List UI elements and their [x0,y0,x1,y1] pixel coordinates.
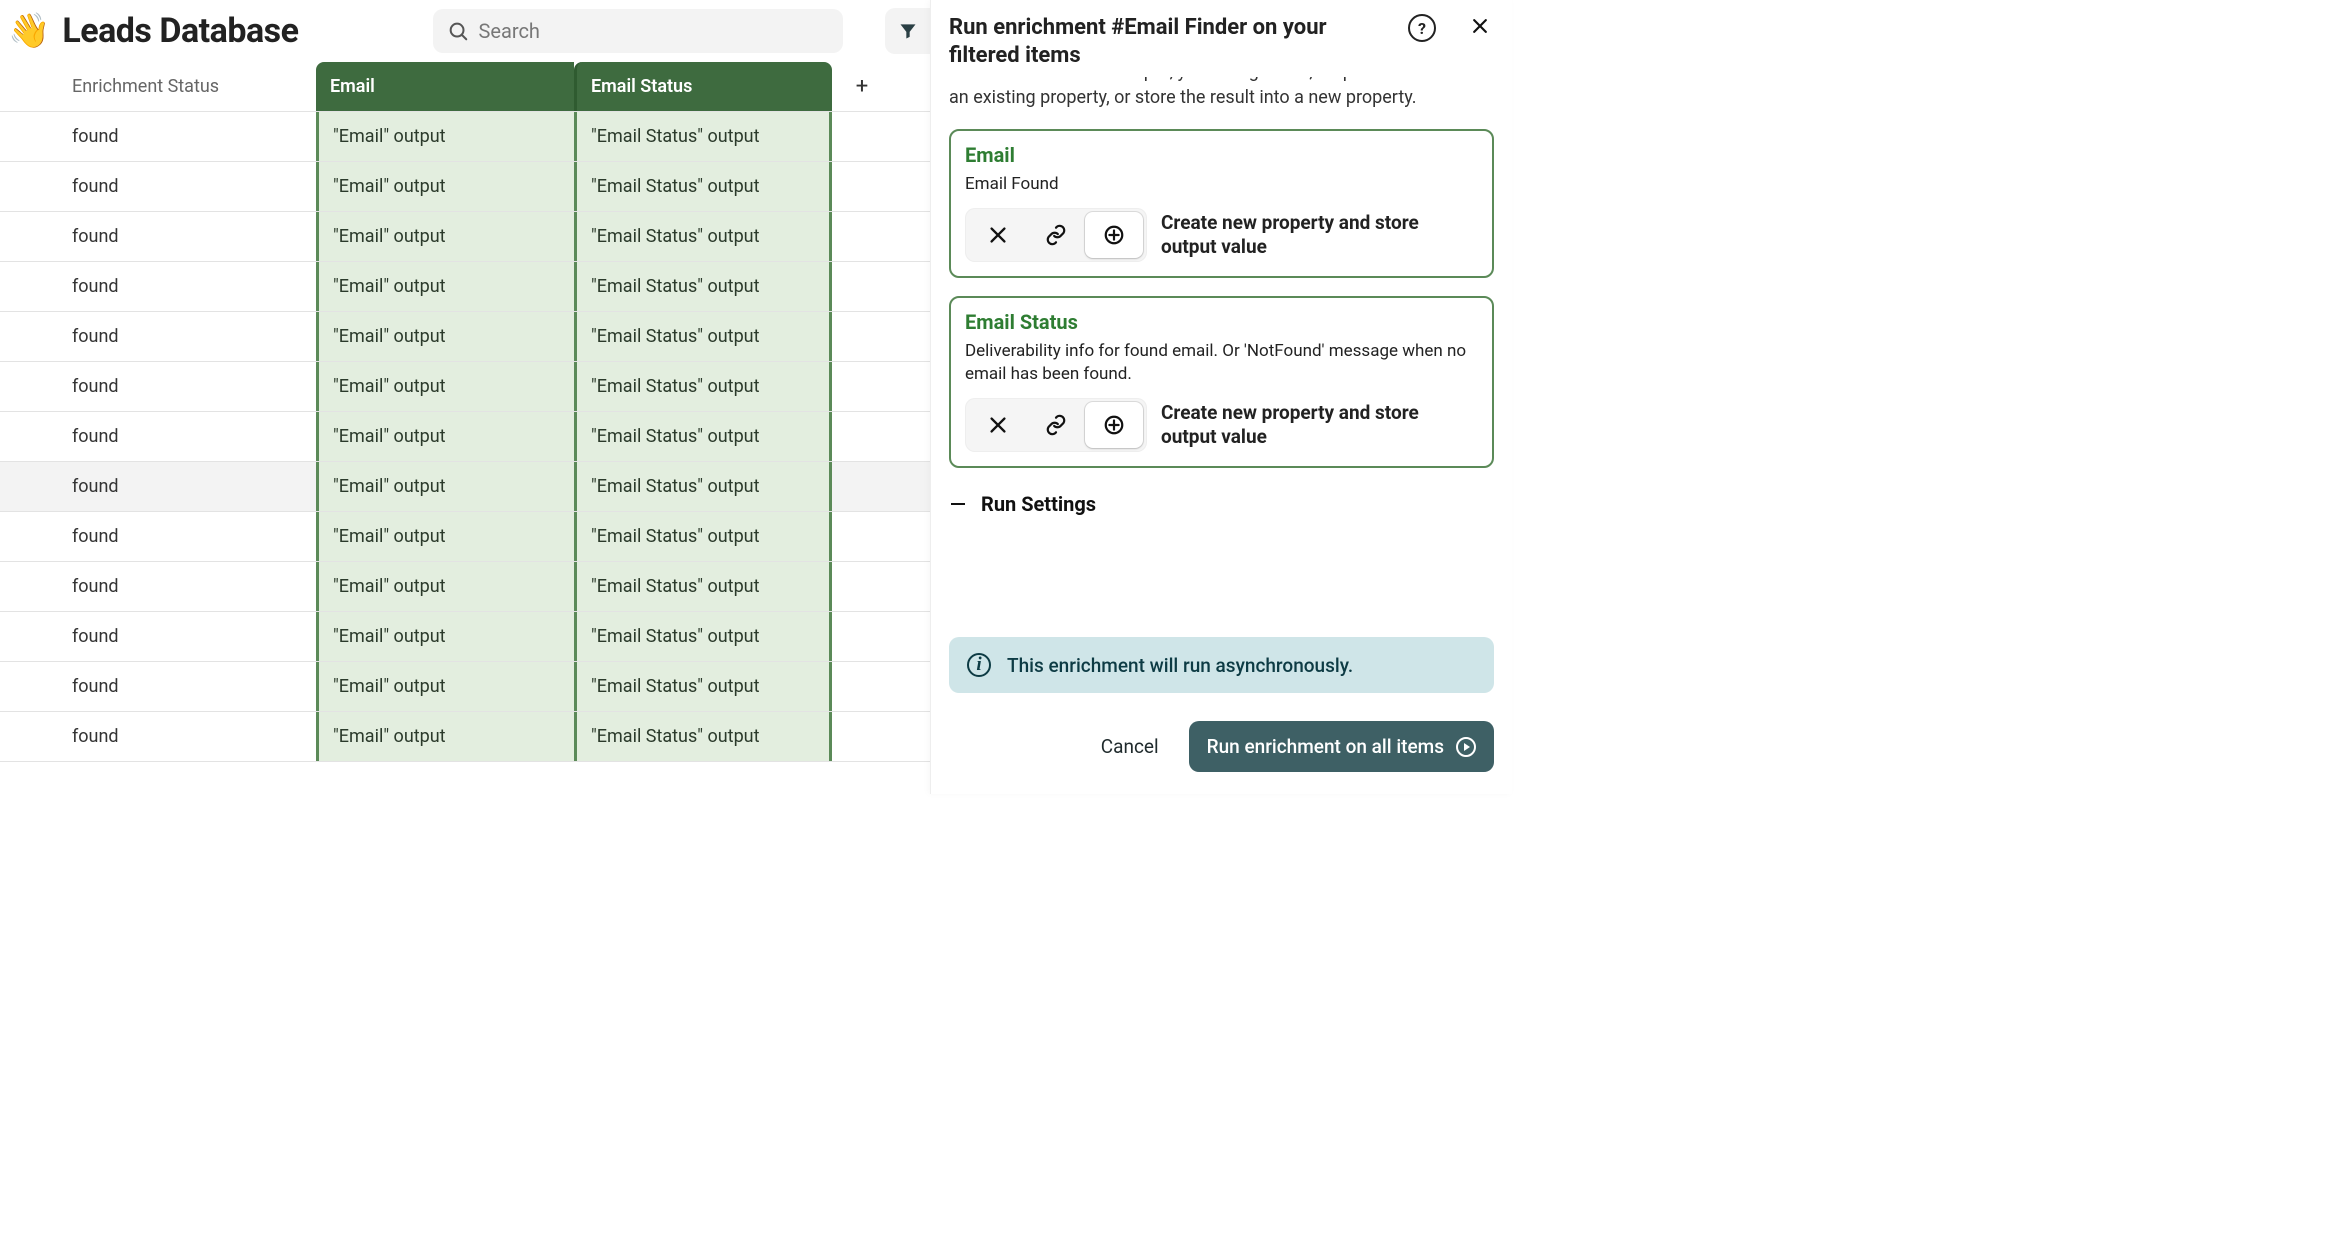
cell-enrichment-status: found [0,712,316,761]
plus-icon: + [856,74,868,99]
panel-header: Run enrichment #Email Finder on your fil… [931,0,1512,77]
cell-email-status: "Email Status" output [574,262,832,311]
cell-email: "Email" output [316,712,574,761]
add-column-button[interactable]: + [832,62,892,111]
cell-enrichment-status: found [0,112,316,161]
cell-email: "Email" output [316,412,574,461]
run-enrichment-button[interactable]: Run enrichment on all items [1189,721,1494,772]
cell-enrichment-status: found [0,662,316,711]
link-icon [1045,414,1067,436]
output-card: Email Status Deliverability info for foun… [949,296,1494,468]
enrichment-panel: Run enrichment #Email Finder on your fil… [930,0,1512,794]
cell-enrichment-status: found [0,162,316,211]
async-info-text: This enrichment will run asynchronously. [1007,654,1353,677]
cell-email: "Email" output [316,562,574,611]
panel-footer: i This enrichment will run asynchronousl… [931,619,1512,794]
cell-email-status: "Email Status" output [574,612,832,661]
search-input[interactable]: Search [433,9,843,53]
funnel-icon [898,21,918,41]
wave-emoji: 👋 [8,14,50,48]
cell-email: "Email" output [316,462,574,511]
cell-email: "Email" output [316,212,574,261]
cell-email-status: "Email Status" output [574,462,832,511]
cell-email-status: "Email Status" output [574,512,832,561]
play-icon [1456,737,1476,757]
cancel-button[interactable]: Cancel [1101,735,1159,758]
run-settings-label: Run Settings [981,492,1096,516]
run-button-label: Run enrichment on all items [1207,735,1444,758]
segmented-control [965,208,1147,262]
close-panel-button[interactable] [1466,14,1494,43]
cell-enrichment-status: found [0,312,316,361]
minus-icon [949,495,967,513]
panel-scroll-area: For each enrichment output, you can igno… [931,77,1512,557]
selected-mapping-label: Create new property and store output val… [1161,211,1478,259]
output-mapping-selector: Create new property and store output val… [965,208,1478,262]
search-placeholder: Search [479,19,540,43]
cell-enrichment-status: found [0,212,316,261]
search-wrap: Search [433,9,843,53]
ignore-output-button[interactable] [969,212,1027,258]
title-wrap: 👋 Leads Database [8,11,299,51]
question-icon: ? [1418,19,1426,38]
new-property-button[interactable] [1085,402,1143,448]
cell-email-status: "Email Status" output [574,562,832,611]
new-property-button[interactable] [1085,212,1143,258]
cell-email-status: "Email Status" output [574,312,832,361]
map-output-button[interactable] [1027,212,1085,258]
cell-email: "Email" output [316,112,574,161]
output-description: Deliverability info for found email. Or … [965,340,1478,386]
cell-email-status: "Email Status" output [574,112,832,161]
search-icon [447,20,469,42]
cell-enrichment-status: found [0,412,316,461]
cell-email-status: "Email Status" output [574,412,832,461]
page-title: Leads Database [62,11,298,51]
output-mapping-selector: Create new property and store output val… [965,398,1478,452]
cell-enrichment-status: found [0,562,316,611]
filter-button[interactable] [885,8,931,54]
x-icon [987,224,1009,246]
output-name: Email [965,143,1478,167]
cell-email-status: "Email Status" output [574,362,832,411]
col-header-email-status[interactable]: Email Status [574,62,832,111]
selected-mapping-label: Create new property and store output val… [1161,401,1478,449]
cell-email-status: "Email Status" output [574,712,832,761]
cell-enrichment-status: found [0,512,316,561]
info-icon: i [967,653,991,677]
col-header-enrichment-status[interactable]: Enrichment Status [0,62,316,111]
map-output-button[interactable] [1027,402,1085,448]
output-description: Email Found [965,173,1478,196]
segmented-control [965,398,1147,452]
cell-enrichment-status: found [0,262,316,311]
cell-email: "Email" output [316,612,574,661]
cell-email: "Email" output [316,662,574,711]
plus-icon [1103,224,1125,246]
cell-enrichment-status: found [0,612,316,661]
ignore-output-button[interactable] [969,402,1027,448]
cell-enrichment-status: found [0,462,316,511]
cell-email: "Email" output [316,162,574,211]
run-settings-toggle[interactable]: Run Settings [949,492,1494,516]
col-header-email[interactable]: Email [316,62,574,111]
link-icon [1045,224,1067,246]
close-icon [1470,16,1490,36]
cell-email-status: "Email Status" output [574,662,832,711]
panel-intro-text: For each enrichment output, you can igno… [949,77,1494,111]
cell-email-status: "Email Status" output [574,162,832,211]
cell-email: "Email" output [316,312,574,361]
cell-enrichment-status: found [0,362,316,411]
cell-email: "Email" output [316,262,574,311]
cell-email: "Email" output [316,362,574,411]
panel-title: Run enrichment #Email Finder on your fil… [949,14,1396,69]
cell-email: "Email" output [316,512,574,561]
x-icon [987,414,1009,436]
output-card: Email Email Found Create new property and … [949,129,1494,278]
plus-icon [1103,414,1125,436]
help-button[interactable]: ? [1408,14,1436,42]
output-name: Email Status [965,310,1478,334]
cell-email-status: "Email Status" output [574,212,832,261]
panel-actions: Cancel Run enrichment on all items [949,721,1494,772]
async-info-banner: i This enrichment will run asynchronousl… [949,637,1494,693]
